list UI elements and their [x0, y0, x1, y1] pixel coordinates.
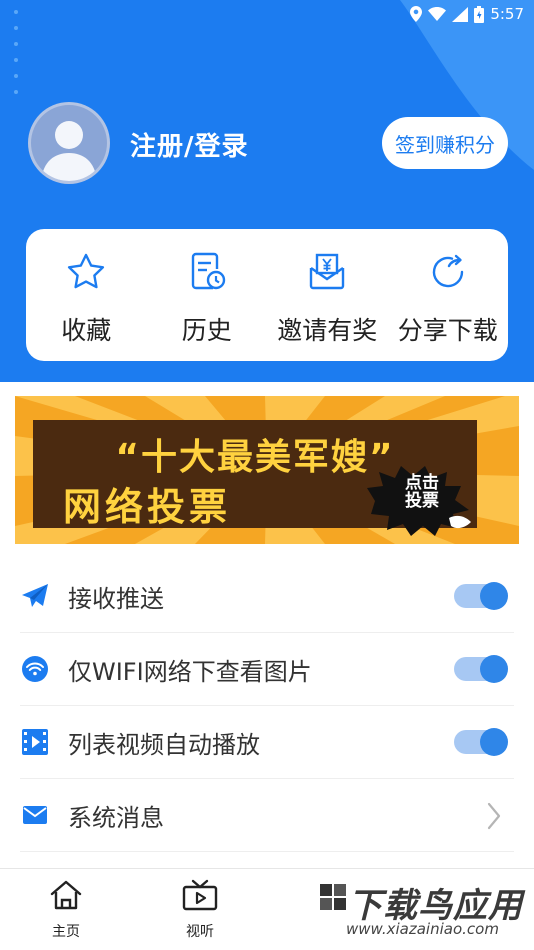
home-icon: [49, 879, 83, 915]
settings-list: 接收推送 仅WIFI网络下查看图片 列表视频自动播放 系统消息: [0, 560, 534, 852]
nav-home[interactable]: 主页: [31, 879, 101, 941]
location-icon: [410, 6, 423, 22]
setting-label: 列表视频自动播放: [68, 730, 260, 759]
wifi-status-icon: [428, 7, 447, 21]
setting-label: 接收推送: [68, 584, 164, 613]
setting-autoplay-video: 列表视频自动播放: [20, 706, 514, 779]
mail-icon: [20, 800, 50, 830]
site-watermark: 下载鸟应用 www.xiazainiao.com: [318, 876, 530, 946]
chevron-right-icon: [487, 802, 501, 830]
paper-plane-icon: [20, 581, 50, 611]
quick-actions-card: 收藏 历史 邀请有奖 分享下载: [26, 229, 508, 361]
setting-receive-push: 接收推送: [20, 560, 514, 633]
banner-subtitle: 网络投票: [63, 485, 232, 529]
vote-banner[interactable]: “十大最美军嫂” 网络投票 点击 投票: [15, 396, 519, 544]
profile-header: 5:57 注册/登录 签到赚积分 收藏 历史 邀请有奖 分享下载: [0, 0, 534, 382]
quick-action-label: 历史: [181, 316, 232, 345]
setting-label: 仅WIFI网络下查看图片: [68, 657, 312, 686]
quick-action-label: 收藏: [61, 316, 112, 345]
share-icon: [425, 249, 471, 295]
wifi-only-toggle[interactable]: [454, 655, 508, 683]
vote-badge-text: 点击 投票: [405, 473, 439, 511]
history-icon: [184, 249, 230, 295]
invite-envelope-icon: [304, 249, 350, 295]
toggle-knob: [480, 582, 508, 610]
nav-label: 视听: [186, 924, 214, 940]
toggle-knob: [480, 655, 508, 683]
avatar[interactable]: [28, 102, 110, 184]
status-time: 5:57: [490, 5, 524, 23]
quick-action-history[interactable]: 历史: [147, 229, 268, 361]
quick-action-invite[interactable]: 邀请有奖: [267, 229, 388, 361]
battery-icon: [474, 5, 485, 23]
quick-action-share[interactable]: 分享下载: [388, 229, 509, 361]
watermark-url: www.xiazainiao.com: [346, 920, 499, 938]
signin-earn-points-button[interactable]: 签到赚积分: [382, 117, 508, 169]
quick-action-favorites[interactable]: 收藏: [26, 229, 147, 361]
status-bar: 5:57: [0, 0, 534, 28]
setting-system-messages[interactable]: 系统消息: [20, 779, 514, 852]
quick-action-label: 邀请有奖: [277, 316, 378, 345]
setting-wifi-only-images: 仅WIFI网络下查看图片: [20, 633, 514, 706]
quick-action-label: 分享下载: [397, 316, 498, 345]
nav-label: 主页: [52, 924, 80, 940]
setting-label: 系统消息: [68, 803, 164, 832]
watermark-logo-icon: [320, 884, 346, 910]
toggle-knob: [480, 728, 508, 756]
autoplay-toggle[interactable]: [454, 728, 508, 756]
star-icon: [63, 249, 109, 295]
wifi-icon: [20, 654, 50, 684]
nav-audio-video[interactable]: 视听: [165, 879, 235, 941]
default-user-icon: [41, 121, 97, 181]
login-register-link[interactable]: 注册/登录: [130, 126, 249, 163]
video-icon: [20, 727, 50, 757]
tv-icon: [182, 879, 218, 915]
signal-icon: [452, 6, 469, 22]
push-toggle[interactable]: [454, 582, 508, 610]
